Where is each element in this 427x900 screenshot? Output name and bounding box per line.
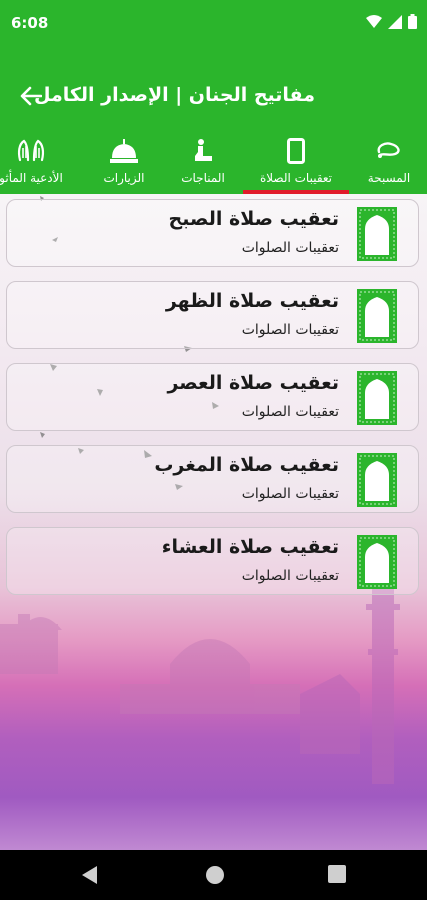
tab-rosary[interactable]: المسبحة [346, 131, 427, 194]
list-item[interactable]: تعقيب صلاة المغرب تعقيبات الصلوات [6, 445, 419, 513]
back-triangle-icon[interactable] [81, 865, 99, 885]
system-nav-bar [0, 850, 427, 900]
item-subtitle: تعقيبات الصلوات [241, 568, 339, 584]
phone-icon [287, 137, 305, 165]
tab-munajat[interactable]: المناجات [160, 131, 246, 194]
prayer-rug-icon [357, 207, 397, 261]
item-title: تعقيب صلاة العشاء [161, 536, 339, 558]
item-subtitle: تعقيبات الصلوات [241, 240, 339, 256]
recents-square-icon[interactable] [328, 865, 346, 883]
home-circle-icon[interactable] [205, 865, 225, 885]
signal-icon [388, 14, 402, 29]
tab-label: تعقيبات الصلاة [259, 171, 333, 185]
status-time: 6:08 [11, 14, 49, 32]
prayer-rug-icon [357, 371, 397, 425]
prayer-rug-icon [357, 453, 397, 507]
list-item[interactable]: تعقيب صلاة العصر تعقيبات الصلوات [6, 363, 419, 431]
list-item[interactable]: تعقيب صلاة الصبح تعقيبات الصلوات [6, 199, 419, 267]
tab-label: الأدعية المأثو [0, 171, 63, 185]
status-icons [366, 14, 417, 29]
tab-prayer-taqibat[interactable]: تعقيبات الصلاة [253, 131, 339, 194]
raised-hands-icon [16, 137, 46, 165]
list-item[interactable]: تعقيب صلاة العشاء تعقيبات الصلوات [6, 527, 419, 595]
dome-icon [110, 137, 138, 165]
prayer-rug-icon [357, 289, 397, 343]
item-subtitle: تعقيبات الصلوات [241, 486, 339, 502]
tab-label: المناجات [181, 171, 225, 185]
item-subtitle: تعقيبات الصلوات [241, 322, 339, 338]
praying-person-icon [192, 137, 214, 165]
item-subtitle: تعقيبات الصلوات [241, 404, 339, 420]
tab-bar: المسبحة تعقيبات الصلاة المناجات الزيارات… [0, 131, 427, 194]
item-title: تعقيب صلاة الصبح [168, 208, 339, 230]
tab-label: المسبحة [367, 171, 411, 185]
item-title: تعقيب صلاة الظهر [165, 290, 339, 312]
wifi-icon [366, 14, 382, 28]
app-root: 6:08 مفاتيح الجنان | الإصدار الكامل المس… [0, 0, 427, 900]
rosary-icon [375, 137, 403, 165]
prayer-rug-icon [357, 535, 397, 589]
tab-adiya[interactable]: الأدعية المأثو [0, 131, 74, 194]
page-title: مفاتيح الجنان | الإصدار الكامل [33, 84, 315, 106]
tab-label: الزيارات [103, 171, 145, 185]
item-title: تعقيب صلاة المغرب [154, 454, 339, 476]
battery-icon [408, 14, 417, 29]
tab-ziyarat[interactable]: الزيارات [81, 131, 167, 194]
list-item[interactable]: تعقيب صلاة الظهر تعقيبات الصلوات [6, 281, 419, 349]
status-bar: 6:08 [0, 0, 427, 57]
app-bar: مفاتيح الجنان | الإصدار الكامل [0, 57, 427, 131]
item-title: تعقيب صلاة العصر [167, 372, 339, 394]
